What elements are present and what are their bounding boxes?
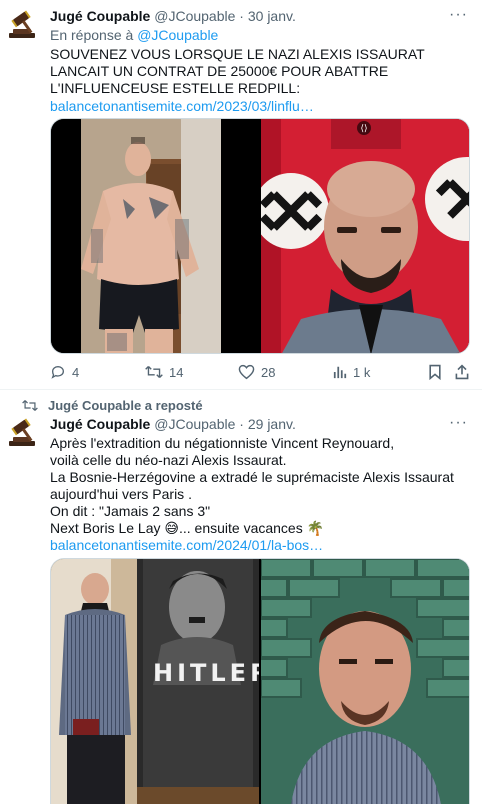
tweet-line: La Bosnie-Herzégovine a extradé le supré… [50,469,454,485]
reply-icon [51,365,65,379]
poster-text: HITLER [153,659,259,687]
reply-button[interactable]: 4 [50,364,79,380]
media-image-right[interactable] [261,559,469,804]
reply-context: En réponse à @JCoupable [50,27,218,43]
tweet-text: SOUVENEZ VOUS LORSQUE LE NAZI ALEXIS ISS… [50,46,466,115]
repost-icon [22,400,38,411]
repost-icon [145,365,163,379]
repost-count: 14 [169,364,184,380]
more-options-icon[interactable]: ··· [449,7,468,23]
views-icon [333,366,347,379]
tweet-actions: 4 14 28 1 k [50,364,470,384]
like-count: 28 [261,364,276,380]
reply-prefix: En réponse à [50,27,134,43]
tweet-link[interactable]: balancetonantisemite.com/2023/03/linflu… [50,98,466,115]
author-name[interactable]: Jugé Coupable [50,8,150,24]
tweet-line: voilà celle du néo-nazi Alexis Issaurat. [50,452,287,468]
media-grid[interactable]: HITLER [50,558,470,804]
tweet-body-text: SOUVENEZ VOUS LORSQUE LE NAZI ALEXIS ISS… [50,46,425,96]
like-button[interactable]: 28 [238,364,275,380]
avatar-gavel[interactable] [6,416,40,450]
bookmark-icon [429,364,441,380]
tweet-1[interactable]: Jugé Coupable @JCoupable · 30 janv. ··· … [0,0,482,390]
tweet-line: aujourd'hui vers Paris . [50,486,192,502]
share-button[interactable] [454,364,470,380]
reply-to-handle[interactable]: @JCoupable [137,27,218,43]
tweet-link[interactable]: balancetonantisemite.com/2024/01/la-bos… [50,537,466,554]
view-count: 1 k [353,364,371,380]
tweet-date[interactable]: 29 janv. [248,416,296,432]
author-name[interactable]: Jugé Coupable [50,416,150,432]
tweet-line: Après l'extradition du négationniste Vin… [50,435,395,451]
reply-count: 4 [72,364,80,380]
author-handle[interactable]: @JCoupable [154,8,235,24]
author-handle[interactable]: @JCoupable [154,416,235,432]
heart-icon [238,364,255,380]
tweet-line: On dit : "Jamais 2 sans 3" [50,503,211,519]
media-image-left[interactable] [51,119,259,353]
repost-button[interactable]: 14 [145,364,183,380]
separator-dot: · [239,416,244,432]
more-options-icon[interactable]: ··· [449,415,468,431]
avatar-gavel[interactable] [6,8,40,42]
tweet-header: Jugé Coupable @JCoupable · 29 janv. [50,416,452,433]
tweet-line: Next Boris Le Lay 😅... ensuite vacances … [50,520,325,536]
media-image-left[interactable]: HITLER [51,559,259,804]
media-grid[interactable]: ⟨⟩ [50,118,470,354]
separator-dot: · [239,8,244,24]
share-icon [455,364,469,380]
repost-label[interactable]: Jugé Coupable a reposté [48,398,203,413]
repost-banner: Jugé Coupable a reposté [22,398,203,413]
tweet-text: Après l'extradition du négationniste Vin… [50,435,466,554]
media-badge-icon[interactable]: ⟨⟩ [357,121,371,135]
tweet-date[interactable]: 30 janv. [248,8,296,24]
views-button[interactable]: 1 k [333,364,370,380]
media-image-right[interactable]: ⟨⟩ [261,119,469,353]
tweet-2[interactable]: Jugé Coupable a reposté Jugé Coupable @J… [0,390,482,804]
bookmark-button[interactable] [428,364,442,380]
tweet-header: Jugé Coupable @JCoupable · 30 janv. [50,8,452,25]
